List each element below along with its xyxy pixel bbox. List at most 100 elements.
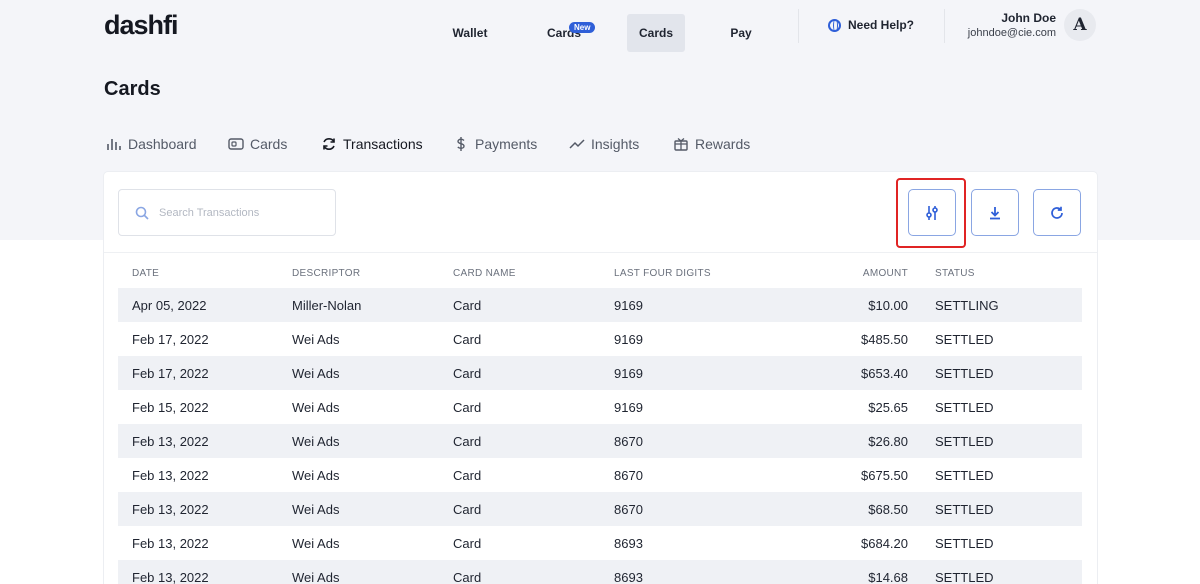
cell-status: SETTLED: [935, 366, 994, 381]
cell-status: SETTLED: [935, 502, 994, 517]
gift-icon: [674, 138, 688, 151]
cell-amount: $684.20: [861, 536, 908, 551]
tab-insights[interactable]: Insights: [569, 135, 639, 153]
header-amount[interactable]: AMOUNT: [863, 268, 908, 279]
need-help-label: Need Help?: [848, 18, 915, 32]
cell-card-name: Card: [453, 468, 482, 483]
user-email: johndoe@cie.com: [967, 27, 1056, 39]
cell-card-name: Card: [453, 434, 482, 449]
nav-cards[interactable]: Cards: [627, 14, 685, 52]
cell-descriptor: Wei Ads: [292, 536, 340, 551]
cell-date: Feb 17, 2022: [132, 366, 209, 381]
tab-rewards[interactable]: Rewards: [673, 135, 750, 153]
cell-descriptor: Wei Ads: [292, 570, 340, 584]
card-icon: [228, 138, 244, 150]
cell-status: SETTLED: [935, 468, 994, 483]
table-body: Apr 05, 2022 Miller-Nolan Card 9169 $10.…: [118, 288, 1082, 584]
cell-card-name: Card: [453, 502, 482, 517]
header-card-name[interactable]: CARD NAME: [453, 268, 516, 279]
cell-descriptor: Wei Ads: [292, 434, 340, 449]
cell-date: Feb 13, 2022: [132, 468, 209, 483]
cell-last-four: 8670: [614, 502, 643, 517]
search-input[interactable]: Search Transactions: [118, 189, 336, 236]
cell-amount: $485.50: [861, 332, 908, 347]
cell-date: Feb 13, 2022: [132, 536, 209, 551]
user-info[interactable]: John Doe johndoe@cie.com: [968, 11, 1056, 39]
table-row[interactable]: Feb 13, 2022 Wei Ads Card 8670 $675.50 S…: [118, 458, 1082, 492]
table-row[interactable]: Feb 13, 2022 Wei Ads Card 8693 $684.20 S…: [118, 526, 1082, 560]
table-row[interactable]: Feb 17, 2022 Wei Ads Card 9169 $653.40 S…: [118, 356, 1082, 390]
cell-date: Feb 15, 2022: [132, 400, 209, 415]
cell-last-four: 9169: [614, 400, 643, 415]
cell-status: SETTLING: [935, 298, 999, 313]
cell-descriptor: Wei Ads: [292, 400, 340, 415]
cell-status: SETTLED: [935, 570, 994, 584]
refresh-button[interactable]: [1033, 189, 1081, 236]
cell-amount: $68.50: [868, 502, 908, 517]
tab-rewards-label: Rewards: [695, 136, 751, 152]
nav-pay[interactable]: Pay: [712, 14, 770, 52]
need-help-link[interactable]: Need Help?: [828, 18, 914, 32]
cell-date: Feb 17, 2022: [132, 332, 209, 347]
table-row[interactable]: Feb 15, 2022 Wei Ads Card 9169 $25.65 SE…: [118, 390, 1082, 424]
header-descriptor[interactable]: DESCRIPTOR: [292, 268, 360, 279]
cell-date: Feb 13, 2022: [132, 570, 209, 584]
header-date[interactable]: DATE: [132, 268, 159, 279]
tab-dashboard[interactable]: Dashboard: [106, 135, 197, 153]
tab-cards[interactable]: Cards: [228, 135, 287, 153]
cell-status: SETTLED: [935, 536, 994, 551]
search-placeholder: Search Transactions: [159, 206, 260, 219]
cell-status: SETTLED: [935, 332, 994, 347]
cell-date: Feb 13, 2022: [132, 502, 209, 517]
tab-dashboard-label: Dashboard: [128, 136, 197, 152]
header-divider: [798, 9, 799, 43]
dollar-icon: [457, 137, 465, 151]
cell-last-four: 8670: [614, 434, 643, 449]
globe-icon: [828, 18, 841, 32]
cell-status: SETTLED: [935, 434, 994, 449]
cell-last-four: 9169: [614, 298, 643, 313]
cell-card-name: Card: [453, 332, 482, 347]
tab-transactions[interactable]: Transactions: [321, 135, 423, 153]
nav-cards-label: Cards: [638, 26, 673, 40]
bar-chart-icon: [107, 139, 121, 150]
cell-descriptor: Wei Ads: [292, 502, 340, 517]
nav-wallet[interactable]: Wallet: [436, 14, 504, 52]
cell-descriptor: Miller-Nolan: [292, 298, 362, 313]
refresh-icon: [323, 138, 335, 150]
header-status[interactable]: STATUS: [935, 268, 975, 279]
tab-payments[interactable]: Payments: [453, 135, 537, 153]
cell-card-name: Card: [453, 298, 482, 313]
cell-amount: $14.68: [868, 570, 908, 584]
cell-amount: $26.80: [868, 434, 908, 449]
cell-amount: $25.65: [868, 400, 908, 415]
dashfi-logo[interactable]: dashfi: [104, 10, 179, 41]
table-row[interactable]: Feb 13, 2022 Wei Ads Card 8693 $14.68 SE…: [118, 560, 1082, 584]
table-row[interactable]: Apr 05, 2022 Miller-Nolan Card 9169 $10.…: [118, 288, 1082, 322]
cell-status: SETTLED: [935, 400, 994, 415]
page-title: Cards: [104, 78, 161, 100]
table-row[interactable]: Feb 13, 2022 Wei Ads Card 8670 $68.50 SE…: [118, 492, 1082, 526]
tab-cards-label: Cards: [250, 136, 288, 152]
new-badge: New: [568, 22, 596, 33]
filter-button[interactable]: [908, 189, 956, 236]
table-row[interactable]: Feb 17, 2022 Wei Ads Card 9169 $485.50 S…: [118, 322, 1082, 356]
cell-amount: $10.00: [868, 298, 908, 313]
cell-date: Feb 13, 2022: [132, 434, 209, 449]
cell-last-four: 9169: [614, 366, 643, 381]
filter-sliders-icon: [926, 205, 938, 220]
avatar[interactable]: A: [1064, 9, 1096, 41]
cell-last-four: 8670: [614, 468, 643, 483]
header-last-four[interactable]: LAST FOUR DIGITS: [614, 268, 711, 279]
tab-payments-label: Payments: [475, 136, 538, 152]
table-header: DATE DESCRIPTOR CARD NAME LAST FOUR DIGI…: [118, 268, 1082, 282]
tab-insights-label: Insights: [591, 136, 640, 152]
download-button[interactable]: [971, 189, 1019, 236]
cell-descriptor: Wei Ads: [292, 332, 340, 347]
tab-transactions-label: Transactions: [343, 136, 423, 152]
table-row[interactable]: Feb 13, 2022 Wei Ads Card 8670 $26.80 SE…: [118, 424, 1082, 458]
cell-descriptor: Wei Ads: [292, 468, 340, 483]
refresh-icon: [1051, 206, 1063, 219]
transactions-panel: Search Transactions DATE DESCRIPTOR CARD…: [104, 172, 1097, 584]
nav-cards-new[interactable]: New Cards: [530, 14, 598, 52]
